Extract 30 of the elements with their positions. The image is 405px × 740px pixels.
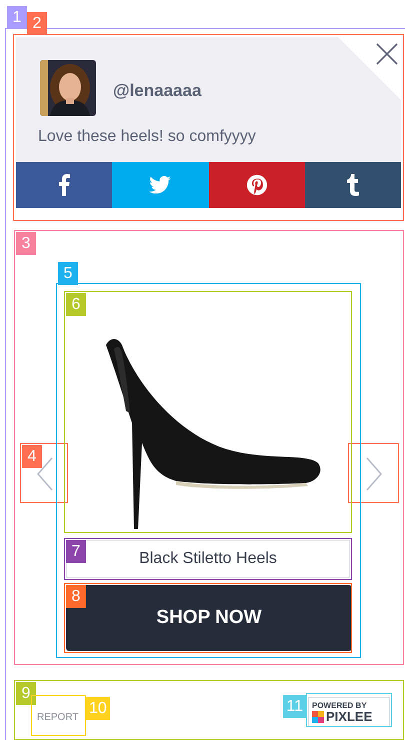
close-icon xyxy=(376,43,398,65)
chevron-right-icon xyxy=(366,457,382,491)
share-button[interactable] xyxy=(304,162,401,208)
annotation-tag: 1 xyxy=(7,6,27,29)
badge-caption: POWERED BY xyxy=(312,700,367,710)
annotation-tag: 7 xyxy=(66,540,86,563)
facebook-icon xyxy=(58,174,70,196)
annotation-tag: 6 xyxy=(66,293,86,316)
pinterest-icon xyxy=(246,174,268,196)
annotation-tag: 2 xyxy=(27,12,47,35)
share-button[interactable] xyxy=(208,162,305,208)
annotation-tag: 8 xyxy=(66,585,86,608)
annotation-tag: 3 xyxy=(16,232,36,255)
bird-icon xyxy=(149,176,172,194)
annotation-tag: 5 xyxy=(58,262,78,285)
powered-by-badge[interactable]: POWERED BY PIXLEE xyxy=(308,697,390,727)
share-button[interactable] xyxy=(16,162,112,208)
chevron-left-icon xyxy=(37,457,53,491)
close-button[interactable] xyxy=(376,43,398,65)
annotation-tag: 9 xyxy=(16,682,36,705)
annotation-tag: 11 xyxy=(283,695,306,718)
pixlee-logo-icon xyxy=(312,710,324,722)
annotation-tag: 10 xyxy=(86,697,110,720)
badge-brand: PIXLEE xyxy=(326,710,372,724)
corner-fold xyxy=(338,37,401,100)
username: @lenaaaaa xyxy=(113,80,202,102)
caption: Love these heels! so comfyyyy xyxy=(37,127,257,147)
annotation-tag: 4 xyxy=(22,445,42,468)
tumblr-icon xyxy=(346,174,360,196)
previous-arrow[interactable] xyxy=(36,456,54,492)
